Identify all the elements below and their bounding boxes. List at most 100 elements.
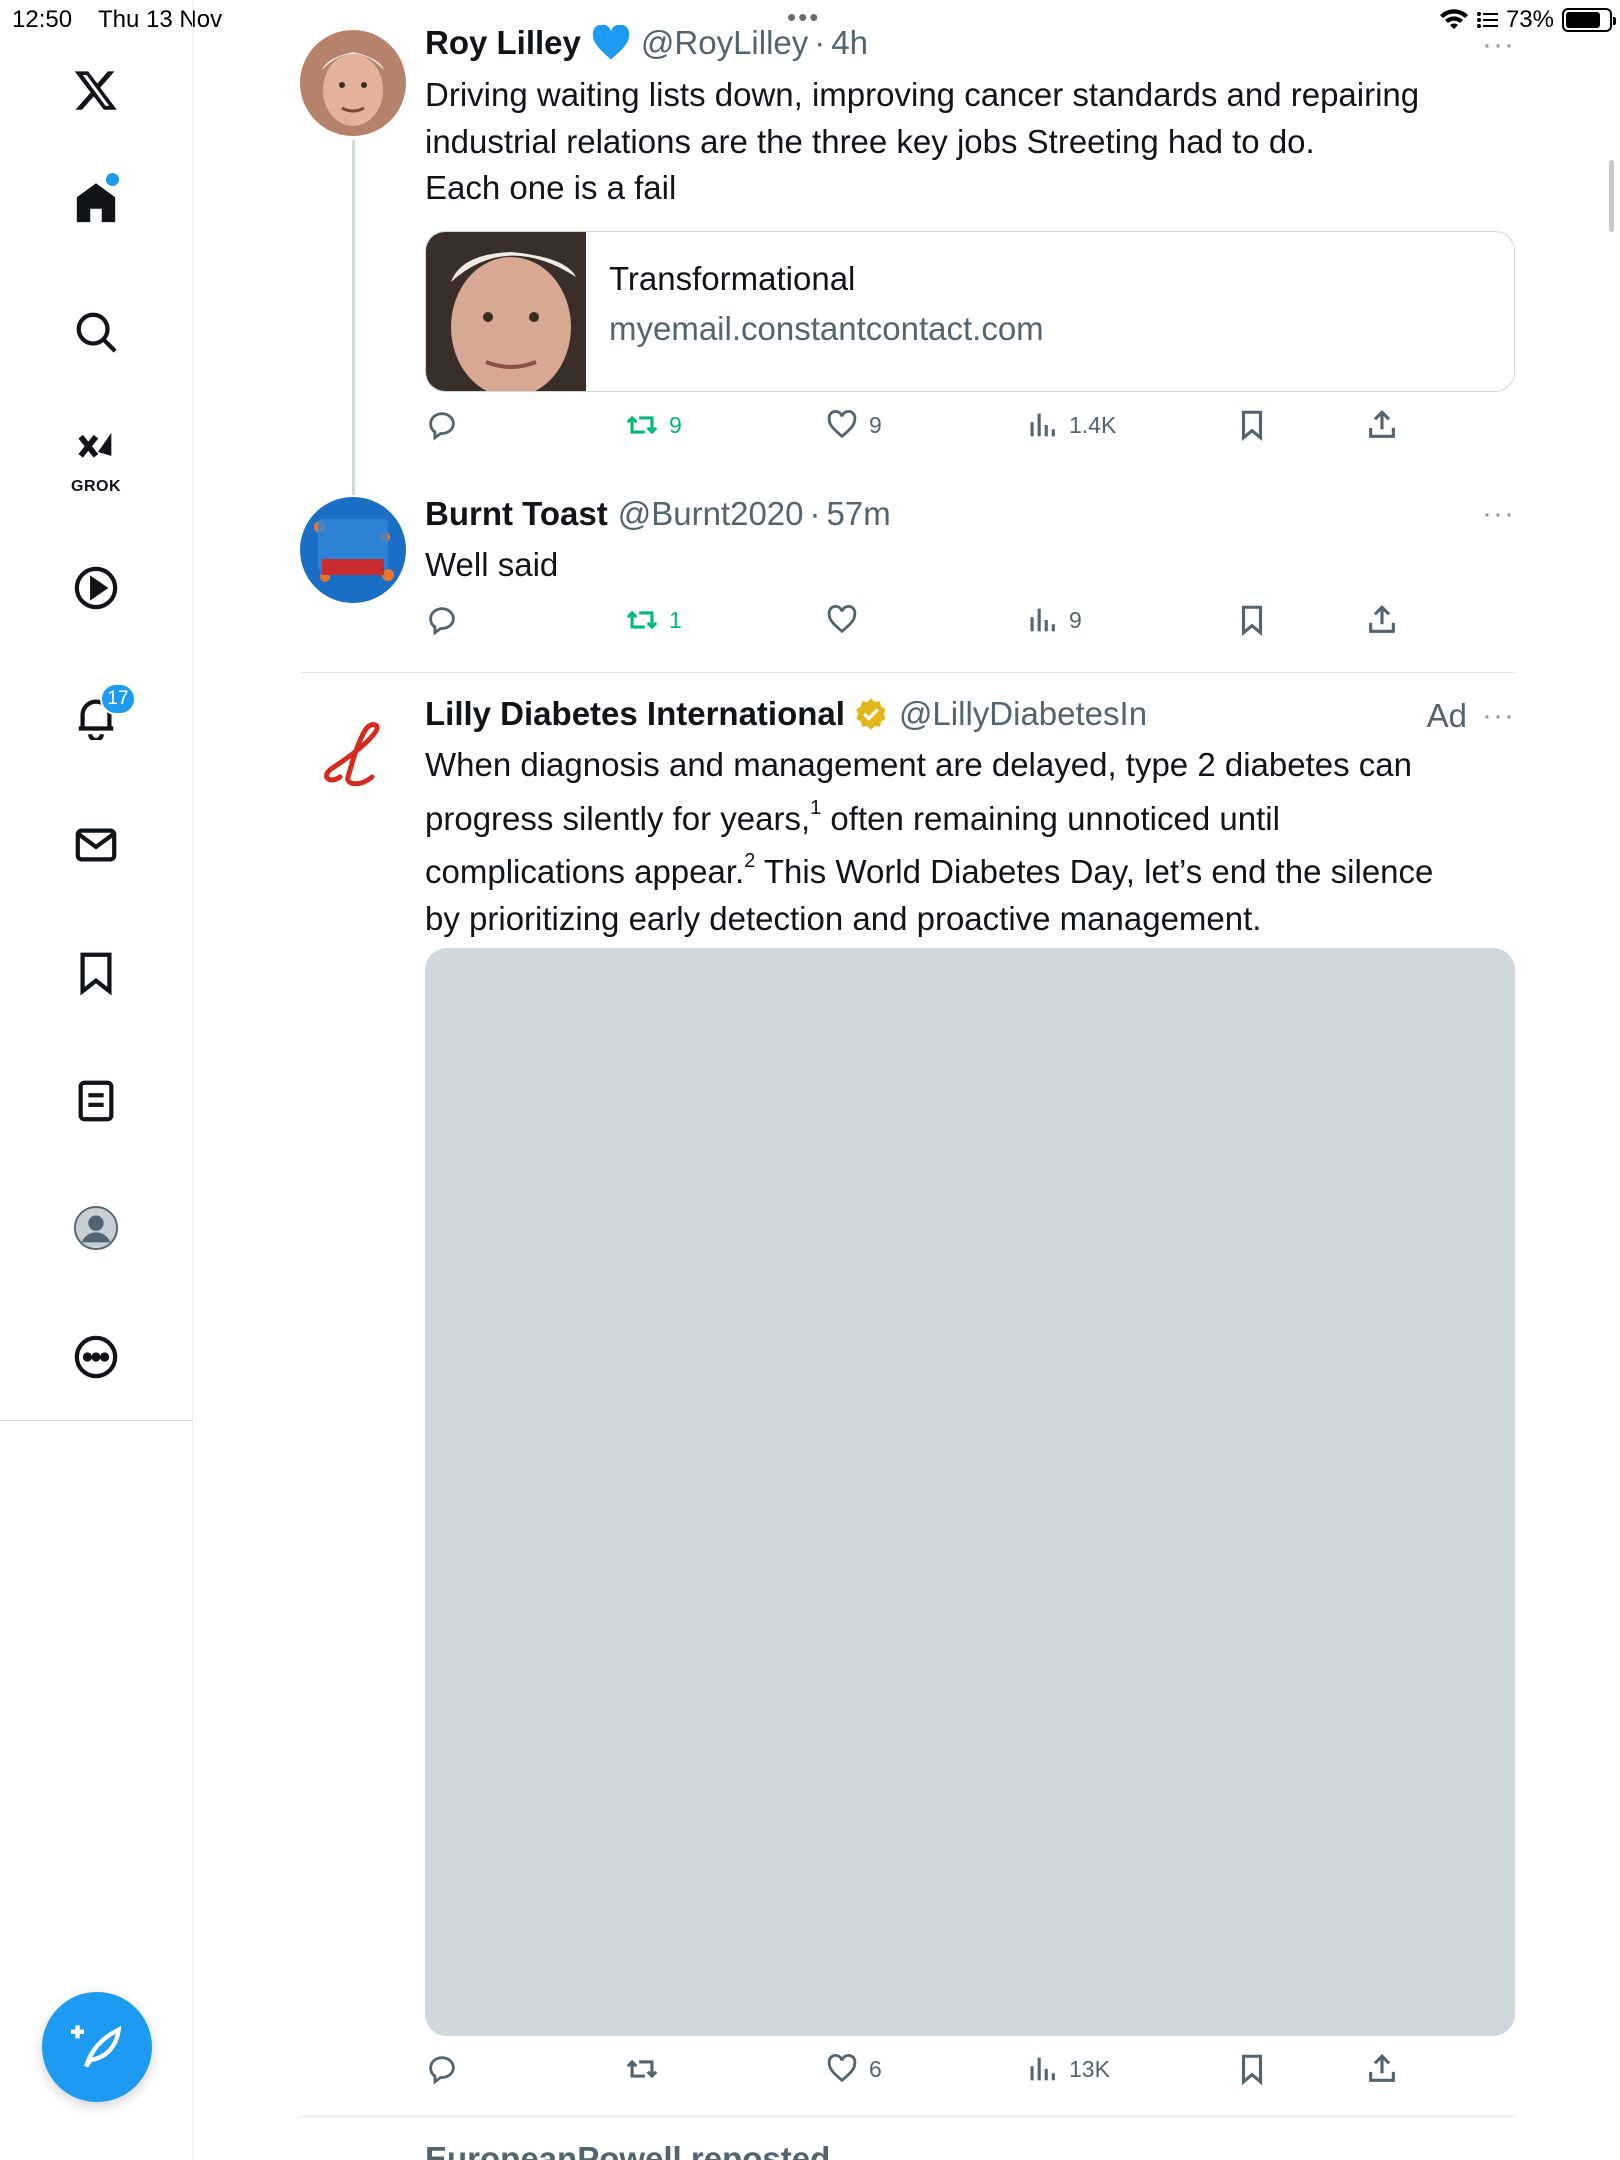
- next-item-repost-header[interactable]: EuropeanPowell reposted: [425, 2140, 830, 2160]
- tweet-text-line: Driving waiting lists down, improving ca…: [425, 76, 1420, 113]
- bookmark-icon: [1241, 605, 1263, 637]
- repost-button[interactable]: 1: [625, 603, 682, 637]
- battery-icon: [1562, 8, 1616, 32]
- author-handle[interactable]: @LillyDiabetesIn: [899, 695, 1147, 733]
- reply-icon: [429, 412, 455, 441]
- more-menu-icon[interactable]: ···: [1482, 28, 1515, 62]
- repost-count: 9: [669, 411, 682, 438]
- reply-icon: [429, 2056, 455, 2085]
- sidebar-nav: GROK 17: [0, 0, 193, 2160]
- author-handle[interactable]: @Burnt2020: [618, 495, 804, 533]
- reply-icon: [429, 607, 455, 636]
- compose-post-button[interactable]: [42, 1992, 152, 2102]
- views-chart-icon: [1030, 413, 1055, 437]
- bookmark-button[interactable]: [1235, 408, 1269, 442]
- like-button[interactable]: 9: [825, 408, 882, 442]
- scroll-indicator[interactable]: [1609, 160, 1614, 232]
- notifications-count-badge: 17: [100, 683, 136, 715]
- repost-icon: [626, 2059, 658, 2079]
- like-button[interactable]: [825, 603, 859, 637]
- reply-button[interactable]: [425, 2052, 459, 2086]
- like-heart-icon: [827, 410, 857, 439]
- bookmark-button[interactable]: [1235, 2052, 1269, 2086]
- like-button[interactable]: 6: [825, 2052, 882, 2086]
- separator-dot: ·: [809, 495, 821, 532]
- lists-icon[interactable]: [66, 1071, 126, 1131]
- tweet-text-line: by prioritizing early detection and proa…: [425, 899, 1262, 937]
- tweet-actions: 9 9 1.4K: [425, 408, 1425, 448]
- avatar-roy-lilley[interactable]: [300, 30, 406, 136]
- repost-button[interactable]: [625, 2052, 659, 2086]
- wifi-icon: [1439, 9, 1468, 29]
- tweet-text-line: industrial relations are the three key j…: [425, 122, 1315, 160]
- ad-label: Ad: [1426, 697, 1467, 734]
- views-button[interactable]: 9: [1025, 603, 1082, 637]
- views-count: 9: [1069, 606, 1082, 633]
- tweet-header: Lilly Diabetes International @LillyDiabe…: [425, 695, 1147, 733]
- link-card-thumbnail: [426, 232, 586, 391]
- post-time[interactable]: 57m: [827, 495, 891, 533]
- tweet-text: When diagnosis and management are delaye…: [425, 742, 1515, 942]
- share-button[interactable]: [1365, 408, 1399, 442]
- tweet-text-line: complications appear.2 This World Diabet…: [425, 850, 1434, 890]
- tweet-text: Well said: [425, 546, 559, 583]
- sidebar-divider: [0, 1420, 193, 1421]
- like-heart-icon: [827, 605, 857, 634]
- author-handle[interactable]: @RoyLilley: [641, 24, 808, 62]
- bookmark-icon: [1241, 2054, 1263, 2086]
- more-menu-icon[interactable]: ···: [1482, 699, 1515, 733]
- focus-list-icon: [1476, 12, 1498, 28]
- author-name[interactable]: Burnt Toast: [425, 495, 608, 533]
- post-time[interactable]: 4h: [831, 24, 868, 62]
- views-chart-icon: [1030, 608, 1055, 632]
- thread-line: [352, 140, 355, 495]
- home-new-dot: [106, 173, 119, 186]
- tweet-actions: 6 13K: [425, 2052, 1425, 2092]
- link-card-domain: myemail.constantcontact.com: [609, 310, 1044, 347]
- tweet-text-line: When diagnosis and management are delaye…: [425, 746, 1412, 783]
- like-count: 6: [869, 2055, 882, 2082]
- video-play-icon[interactable]: [66, 558, 126, 618]
- x-logo-icon[interactable]: [66, 60, 126, 120]
- verified-gold-badge-icon: [856, 698, 886, 730]
- more-options-icon[interactable]: [66, 1327, 126, 1387]
- author-name[interactable]: Roy Lilley: [425, 24, 581, 62]
- repost-count: 1: [669, 606, 682, 633]
- bookmarks-icon[interactable]: [66, 943, 126, 1003]
- grok-icon[interactable]: [66, 422, 126, 482]
- like-heart-icon: [827, 2054, 857, 2083]
- bookmark-icon: [1241, 410, 1263, 442]
- messages-envelope-icon[interactable]: [66, 815, 126, 875]
- link-preview-card[interactable]: Transformational myemail.constantcontact…: [425, 231, 1515, 392]
- avatar-lilly-logo[interactable]: [300, 705, 406, 811]
- separator-dot: ·: [814, 24, 826, 61]
- reply-button[interactable]: [425, 603, 459, 637]
- views-chart-icon: [1030, 2057, 1055, 2081]
- repost-icon: [626, 610, 658, 630]
- views-button[interactable]: 13K: [1025, 2052, 1110, 2086]
- reply-button[interactable]: [425, 408, 459, 442]
- search-icon[interactable]: [66, 302, 126, 362]
- bookmark-button[interactable]: [1235, 603, 1269, 637]
- status-right: 73%: [1439, 6, 1616, 34]
- more-menu-icon[interactable]: ···: [1482, 497, 1515, 531]
- share-icon: [1369, 410, 1395, 438]
- compose-feather-icon: [71, 2025, 122, 2068]
- author-name[interactable]: Lilly Diabetes International: [425, 695, 845, 733]
- views-count: 13K: [1069, 2055, 1110, 2082]
- avatar-burnt-toast[interactable]: [300, 497, 406, 603]
- profile-avatar-icon[interactable]: [66, 1198, 126, 1258]
- views-button[interactable]: 1.4K: [1025, 408, 1116, 442]
- share-button[interactable]: [1365, 603, 1399, 637]
- like-count: 9: [869, 411, 882, 438]
- share-icon: [1369, 605, 1395, 633]
- repost-icon: [626, 415, 658, 435]
- share-button[interactable]: [1365, 2052, 1399, 2086]
- tweet-header: Roy Lilley @RoyLilley · 4h: [425, 24, 868, 62]
- grok-label: GROK: [71, 478, 121, 495]
- ad-media-placeholder[interactable]: [425, 948, 1515, 2036]
- tweet-text: Driving waiting lists down, improving ca…: [425, 72, 1515, 212]
- views-count: 1.4K: [1069, 411, 1117, 438]
- tweet-header: Burnt Toast @Burnt2020 · 57m: [425, 495, 891, 533]
- repost-button[interactable]: 9: [625, 408, 682, 442]
